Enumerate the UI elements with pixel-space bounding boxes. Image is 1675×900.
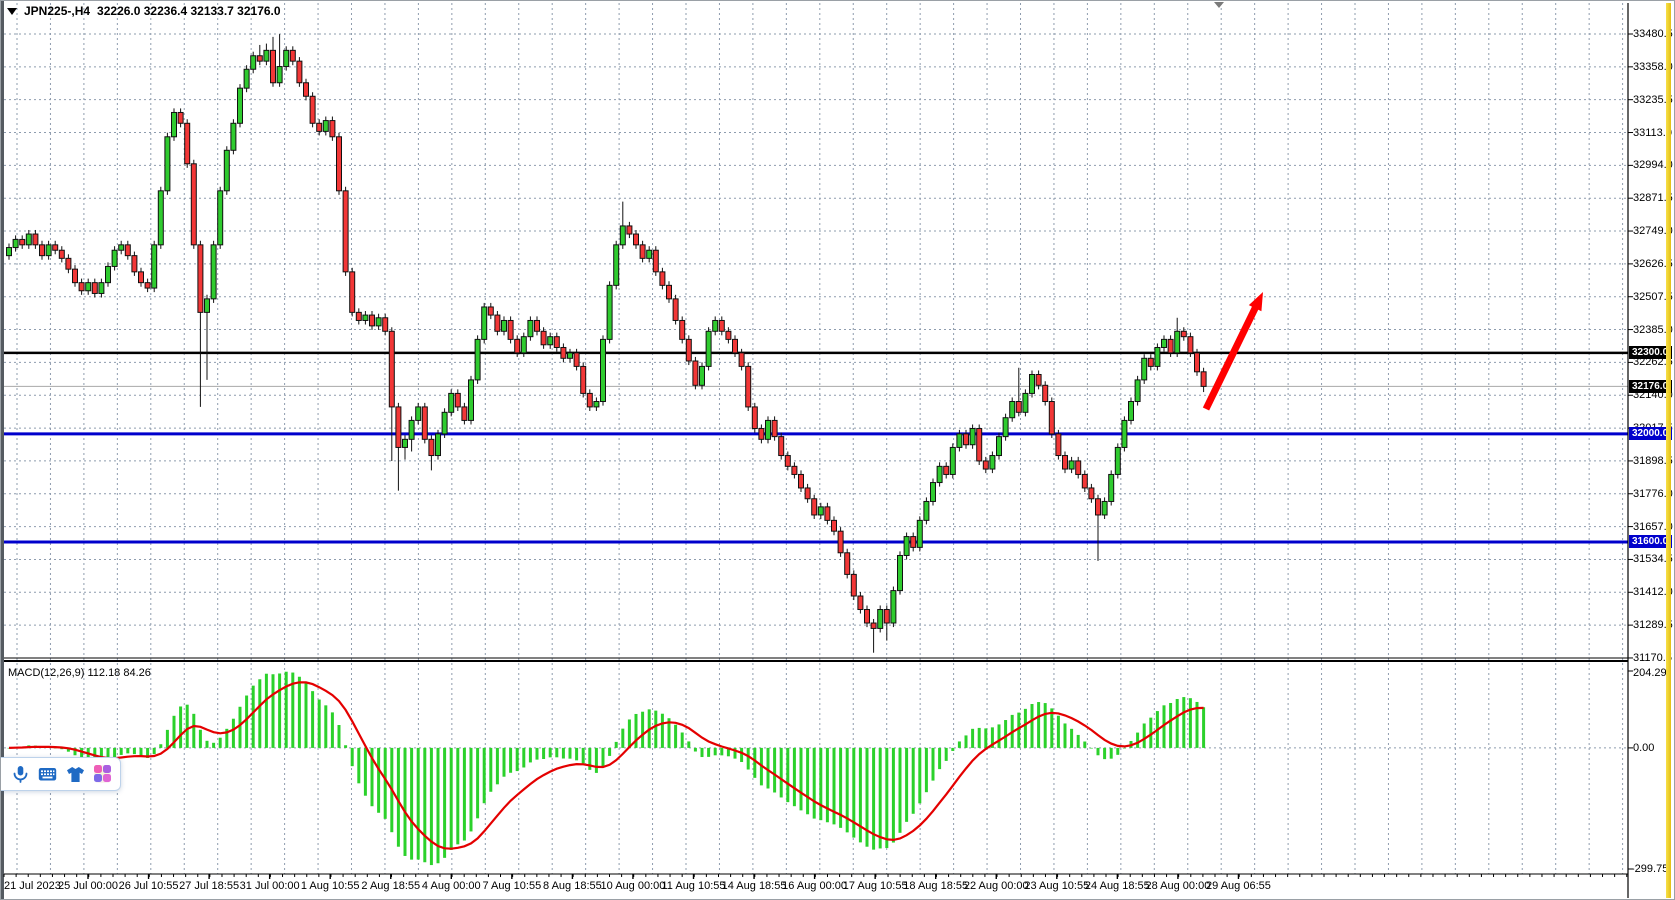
window-edge-highlight	[1666, 3, 1671, 898]
time-axis-label: 1 Aug 10:55	[301, 880, 360, 892]
time-axis-label: 16 Aug 00:00	[782, 880, 847, 892]
time-axis-label: 29 Aug 06:55	[1206, 880, 1271, 892]
chart-shift-marker[interactable]	[1214, 2, 1224, 8]
time-axis-label: 23 Aug 10:55	[1024, 880, 1089, 892]
symbol-header: JPN225-,H4 32226.0 32236.4 32133.7 32176…	[7, 4, 281, 18]
time-axis-label: 18 Aug 18:55	[903, 880, 968, 892]
time-axis-label: 25 Jul 00:00	[58, 880, 118, 892]
pen-fragment-icon[interactable]	[0, 765, 3, 784]
chevron-down-icon[interactable]	[7, 8, 17, 15]
trend-arrow-annotation[interactable]	[1206, 292, 1263, 409]
time-axis-label: 26 Jul 10:55	[119, 880, 179, 892]
symbol-title: JPN225-,H4	[24, 4, 90, 18]
time-axis-label: 22 Aug 00:00	[964, 880, 1029, 892]
microphone-icon[interactable]	[12, 765, 29, 784]
time-axis-label: 17 Aug 10:55	[843, 880, 908, 892]
time-axis-label: 21 Jul 2023	[4, 880, 61, 892]
keyboard-icon[interactable]	[38, 765, 57, 784]
price-chart[interactable]	[1, 1, 1675, 900]
time-axis-label: 4 Aug 00:00	[422, 880, 481, 892]
time-axis-label: 2 Aug 18:55	[361, 880, 420, 892]
time-axis-label: 11 Aug 10:55	[661, 880, 725, 892]
macd-indicator-label: MACD(12,26,9) 112.18 84.26	[8, 667, 151, 679]
time-axis-label: 27 Jul 18:55	[179, 880, 239, 892]
input-overlay-toolbar	[0, 757, 121, 791]
apps-grid-icon[interactable]	[94, 765, 111, 783]
time-axis-label: 24 Aug 18:55	[1085, 880, 1150, 892]
macd-axis-min-label: -299.75	[1631, 863, 1668, 875]
candles-series	[7, 34, 1207, 653]
shirt-icon[interactable]	[66, 765, 85, 784]
macd-histogram	[8, 672, 1206, 865]
time-axis-label: 10 Aug 00:00	[601, 880, 666, 892]
time-axis-label: 28 Aug 00:00	[1145, 880, 1210, 892]
time-axis-label: 8 Aug 18:55	[543, 880, 602, 892]
trading-terminal-window: JPN225-,H4 32226.0 32236.4 32133.7 32176…	[0, 0, 1675, 900]
time-axis-label: 7 Aug 10:55	[482, 880, 541, 892]
time-axis-label: 14 Aug 18:55	[722, 880, 787, 892]
time-axis-label: 31 Jul 00:00	[240, 880, 300, 892]
ohlc-readout: 32226.0 32236.4 32133.7 32176.0	[97, 4, 281, 18]
macd-axis-zero-label: 0.00	[1633, 742, 1654, 754]
macd-axis-max-label: 204.29	[1633, 667, 1667, 679]
